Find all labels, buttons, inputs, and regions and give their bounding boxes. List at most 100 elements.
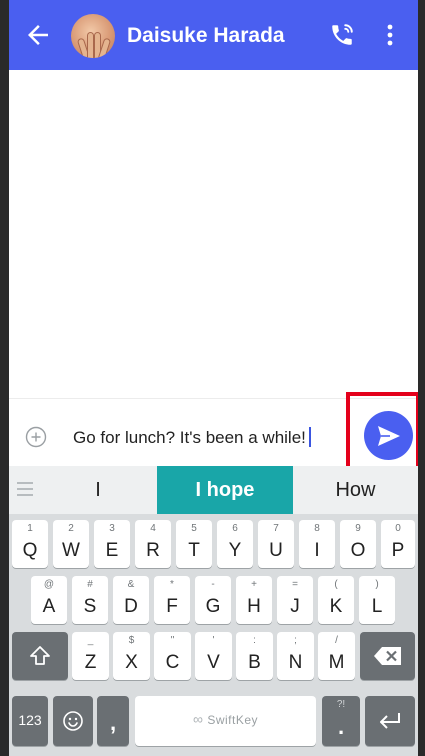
key-p[interactable]: 0P [381,520,415,568]
contact-name[interactable]: Daisuke Harada [127,24,285,48]
key-g[interactable]: -G [195,576,231,624]
key-y-sub: 6 [232,523,238,534]
key-d[interactable]: & D [113,576,149,624]
key-n-label: N [288,652,303,673]
key-n[interactable]: ; N [277,632,314,680]
enter-key[interactable] [365,696,415,746]
send-icon [378,426,400,446]
key-k-label: K [329,596,343,617]
key-h[interactable]: + H [236,576,272,624]
key-v-sub: ' [212,635,215,646]
key-i-label: I [314,540,320,561]
avatar[interactable] [71,14,115,58]
key-t-label: T [188,540,200,561]
key-j-sub: = [292,579,298,590]
emoji-key[interactable] [53,696,93,746]
key-c[interactable]: " C [154,632,191,680]
key-c-sub: " [170,635,175,646]
key-m-label: M [328,652,345,673]
key-b[interactable]: :B [236,632,273,680]
key-x[interactable]: $ X [113,632,150,680]
key-m-sub: / [335,635,338,646]
message-input[interactable]: Go for lunch? It's been a while! [73,427,311,448]
key-m[interactable]: / M [318,632,355,680]
key-a[interactable]: @ A [31,576,67,624]
key-z-sub: _ [87,635,94,646]
period-key-label: . [337,714,345,739]
key-j-label: J [290,596,300,617]
key-q[interactable]: 1Q [12,520,48,568]
swiftkey-label: SwiftKey [207,713,258,727]
comma-key[interactable]: , [97,696,129,746]
backspace-key[interactable] [360,632,415,680]
key-y-label: Y [228,540,242,561]
key-o-label: O [350,540,366,561]
key-j[interactable]: = J [277,576,313,624]
key-f-label: F [166,596,178,617]
key-i-sub: 8 [314,523,320,534]
key-u-sub: 7 [273,523,279,534]
key-g-sub: - [211,579,215,590]
key-l[interactable]: ) L [359,576,395,624]
key-y[interactable]: 6Y [217,520,253,568]
key-l-sub: ) [375,579,379,590]
prediction-bar: I I hope How [9,466,418,514]
add-circle-icon[interactable] [25,426,47,448]
key-q-label: Q [22,540,38,561]
key-x-label: X [125,652,138,673]
back-arrow-icon[interactable] [23,20,53,50]
key-w-sub: 2 [68,523,74,534]
prediction-right[interactable]: How [293,466,418,514]
key-u[interactable]: 7U [258,520,294,568]
space-key[interactable]: ∞ SwiftKey [135,696,316,746]
key-f[interactable]: * F [154,576,190,624]
key-d-sub: & [127,579,135,590]
key-w-label: W [62,540,80,561]
prediction-left[interactable]: I [39,466,157,514]
key-r[interactable]: 4R [135,520,171,568]
keyboard-menu-icon[interactable] [17,482,33,498]
key-r-label: R [146,540,160,561]
key-a-sub: @ [43,579,55,590]
key-n-sub: ; [294,635,297,646]
key-z[interactable]: _ Z [72,632,109,680]
key-o[interactable]: 9O [340,520,376,568]
key-d-label: D [124,596,138,617]
shift-icon [30,646,50,665]
period-key-sub: ?! [336,699,346,710]
phone-call-icon[interactable] [329,22,355,48]
comma-key-label: , [109,710,117,735]
numbers-key-label: 123 [18,712,42,728]
key-x-sub: $ [128,635,135,646]
key-o-sub: 9 [355,523,361,534]
key-e-sub: 3 [109,523,115,534]
key-s[interactable]: # S [72,576,108,624]
more-vertical-icon[interactable] [385,22,395,48]
key-s-sub: # [87,579,93,590]
key-v[interactable]: ' V [195,632,232,680]
emoji-icon [63,711,83,731]
key-r-sub: 4 [150,523,156,534]
prediction-center[interactable]: I hope [157,466,293,514]
period-key[interactable]: ?! . [322,696,360,746]
phone-screen: Daisuke Harada Go for lunch? It's been a… [9,0,418,756]
numbers-key[interactable]: 123 [12,696,48,746]
key-e[interactable]: 3E [94,520,130,568]
app-bar: Daisuke Harada [9,0,418,70]
key-p-label: P [391,540,405,561]
key-b-sub: : [253,635,256,646]
key-k-sub: ( [334,579,338,590]
key-k[interactable]: (K [318,576,354,624]
key-b-label: B [248,652,261,673]
key-w[interactable]: 2W [53,520,89,568]
conversation-area [9,70,418,398]
backspace-icon [373,647,401,665]
shift-key[interactable] [12,632,68,680]
swiftkey-logo: ∞ SwiftKey [192,711,258,727]
key-h-sub: + [251,579,257,590]
key-z-label: Z [84,652,97,673]
key-i[interactable]: 8I [299,520,335,568]
key-q-sub: 1 [27,523,33,534]
key-t[interactable]: 5T [176,520,212,568]
send-button[interactable] [364,411,413,460]
